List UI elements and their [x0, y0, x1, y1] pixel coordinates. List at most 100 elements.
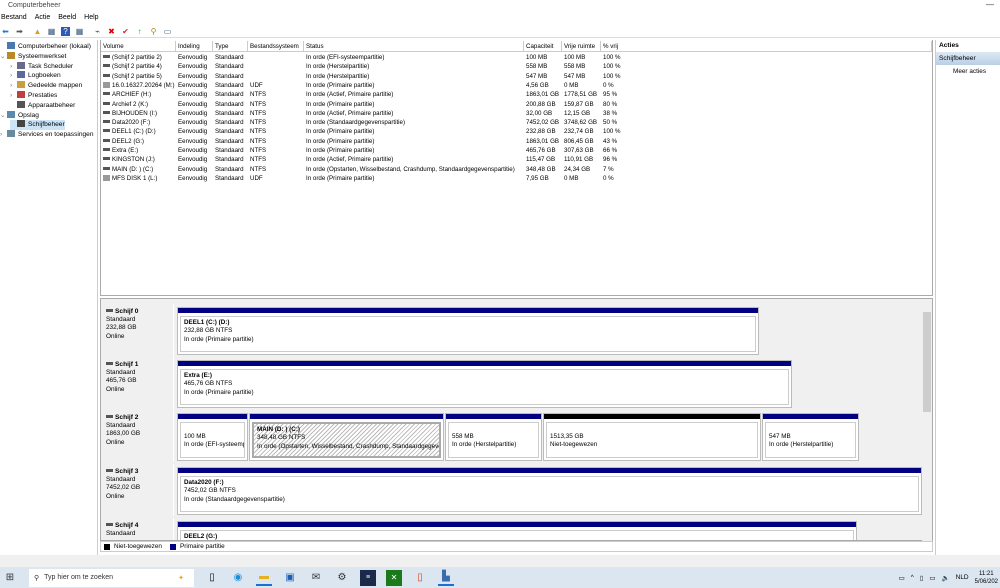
terminal-icon[interactable]: ≡ — [360, 569, 376, 586]
table-row[interactable]: Data2020 (F:) Eenvoudig Standaard NTFS In or… — [101, 118, 932, 127]
collapse-chevron-icon[interactable]: ⌄ — [0, 111, 7, 121]
chevron-up-icon[interactable]: ^ — [911, 574, 914, 581]
disk-label[interactable]: Schijf 3 Standaard 7452,02 GB Online — [102, 464, 174, 516]
battery-icon[interactable]: ▯ — [920, 574, 924, 582]
check-icon[interactable]: ✔ — [121, 27, 130, 36]
column-header-0[interactable]: Volume — [101, 41, 176, 52]
table-row[interactable]: (Schijf 2 partitie 5) Eenvoudig Standaard I… — [101, 72, 932, 81]
edge-icon[interactable]: ◉ — [230, 570, 246, 586]
clock[interactable]: 11:21 5/06/202 — [975, 570, 998, 586]
tree-item-computerbeheer-lokaal-[interactable]: Computerbeheer (lokaal) — [0, 42, 91, 52]
table-row[interactable]: KINGSTON (J:) Eenvoudig Standaard NTFS In or… — [101, 155, 932, 164]
table-row[interactable]: DEEL2 (G:) Eenvoudig Standaard NTFS In orde … — [101, 137, 932, 146]
volume-icon[interactable]: 🔈 — [942, 574, 950, 582]
delete-icon[interactable]: ✖ — [107, 27, 116, 36]
show-hide-tree-icon[interactable]: ▦ — [47, 27, 56, 36]
tree-item-services-en-toepassingen[interactable]: › Services en toepassingen — [0, 130, 94, 140]
column-header-5[interactable]: Capaciteit — [524, 41, 562, 52]
expand-chevron-icon[interactable]: › — [10, 71, 17, 81]
partition[interactable]: DEEL1 (C:) (D:) 232,88 GB NTFS In orde (Pr… — [177, 307, 759, 355]
partition[interactable]: 100 MB In orde (EFI-systeemp — [177, 413, 248, 461]
column-header-3[interactable]: Bestandssysteem — [248, 41, 304, 52]
minimize-button[interactable]: — — [986, 0, 994, 9]
partition[interactable]: 547 MB In orde (Herstelpartitie) — [762, 413, 859, 461]
actions-section-schijfbeheer[interactable]: Schijfbeheer — [936, 52, 1000, 65]
disk-label[interactable]: Schijf 4 Standaard — [102, 518, 174, 540]
export-icon[interactable]: ↑ — [135, 27, 144, 36]
tree-item-gedeelde-mappen[interactable]: › Gedeelde mappen — [10, 81, 82, 91]
scrollbar-thumb[interactable] — [923, 312, 931, 412]
file-explorer-icon[interactable]: ▬ — [256, 570, 272, 586]
column-header-1[interactable]: Indeling — [176, 41, 213, 52]
computer-management-icon[interactable]: ▙ — [438, 570, 454, 586]
table-row[interactable]: Archief 2 (K:) Eenvoudig Standaard NTFS In o… — [101, 100, 932, 109]
column-header-7[interactable]: % vrij — [601, 41, 932, 52]
table-row[interactable]: BIJHOUDEN (I:) Eenvoudig Standaard NTFS In o… — [101, 109, 932, 118]
tree-item-schijfbeheer[interactable]: Schijfbeheer — [10, 120, 65, 131]
start-windows-icon[interactable]: ⊞ — [2, 570, 18, 586]
partition[interactable]: 1513,35 GB Niet-toegewezen — [543, 413, 761, 461]
cell-volume: 16.0.16327.20264 (M:) — [103, 81, 176, 90]
disk-label[interactable]: Schijf 0 Standaard 232,88 GB Online — [102, 304, 174, 356]
search-icon[interactable]: ⚲ — [149, 27, 158, 36]
cell-text: MAIN (D: ) (C:) — [112, 165, 154, 173]
xbox-icon[interactable]: ✕ — [386, 569, 402, 586]
task-view-icon[interactable]: ▯ — [204, 570, 220, 586]
language-indicator[interactable]: NLD — [956, 574, 969, 581]
partition[interactable]: Data2020 (F:) 7452,02 GB NTFS In orde (Sta… — [177, 467, 922, 515]
tree-item-task-scheduler[interactable]: › Task Scheduler — [10, 61, 73, 72]
disk-label[interactable]: Schijf 1 Standaard 465,76 GB Online — [102, 357, 174, 409]
partition[interactable]: DEEL2 (G:) — [177, 521, 857, 540]
cell-text: DEEL1 (C:) (D:) — [112, 128, 156, 136]
up-folder-icon[interactable]: ▲ — [33, 27, 42, 36]
expand-chevron-icon[interactable]: › — [10, 62, 17, 72]
column-header-6[interactable]: Vrije ruimte — [562, 41, 601, 52]
table-row[interactable]: DEEL1 (C:) (D:) Eenvoudig Standaard NTFS In … — [101, 127, 932, 136]
console-view-icon[interactable]: ▦ — [75, 27, 84, 36]
expand-chevron-icon[interactable]: › — [10, 81, 17, 91]
settings-gear-icon[interactable]: ⚙ — [334, 570, 350, 586]
table-row[interactable]: (Schijf 2 partitie 2) Eenvoudig Standaard I… — [101, 53, 932, 62]
properties-icon[interactable]: ▭ — [163, 27, 172, 36]
table-row[interactable]: ARCHIEF (H:) Eenvoudig Standaard NTFS In ord… — [101, 90, 932, 99]
tree-item-systeemwerkset[interactable]: ⌄ Systeemwerkset — [0, 51, 66, 62]
back-arrow-icon[interactable]: ⬅ — [1, 27, 10, 36]
tree-item-apparaatbeheer[interactable]: Apparaatbeheer — [10, 100, 75, 111]
taskbar-search-box[interactable]: ⚲ Typ hier om te zoeken ✦ — [29, 568, 194, 587]
partition-status: In orde (Opstarten, Wisselbestand, Crash… — [257, 442, 441, 450]
partition[interactable]: 558 MB In orde (Herstelpartitie) — [445, 413, 542, 461]
collapse-chevron-icon[interactable]: ⌄ — [0, 52, 7, 62]
keyboard-icon[interactable]: ▭ — [899, 574, 905, 582]
expand-chevron-icon[interactable]: › — [0, 130, 7, 140]
more-actions-link[interactable]: Meer acties — [936, 68, 1000, 75]
menu-help[interactable]: Help — [84, 14, 98, 21]
table-row[interactable]: Extra (E:) Eenvoudig Standaard NTFS In orde … — [101, 146, 932, 155]
expand-chevron-icon[interactable]: › — [10, 91, 17, 101]
mail-icon[interactable]: ✉ — [308, 570, 324, 586]
menu-actie[interactable]: Actie — [35, 14, 51, 21]
connect-icon[interactable]: ⌁ — [93, 27, 102, 36]
office-icon[interactable]: ▯ — [412, 570, 428, 586]
menu-bestand[interactable]: Bestand — [1, 14, 27, 21]
network-icon[interactable]: ▭ — [929, 574, 935, 582]
table-row[interactable]: 16.0.16327.20264 (M:) Eenvoudig Standaard U… — [101, 81, 932, 90]
help-icon[interactable]: ? — [61, 26, 70, 36]
forward-arrow-icon[interactable]: ➡ — [15, 27, 24, 36]
table-row[interactable]: (Schijf 2 partitie 4) Eenvoudig Standaard I… — [101, 62, 932, 71]
partition-size: 547 MB — [769, 433, 791, 440]
table-row[interactable]: MFS DISK 1 (L:) Eenvoudig Standaard UDF In o… — [101, 174, 932, 183]
cell-text: 43 % — [603, 137, 618, 145]
cell-text: Standaard — [215, 54, 244, 61]
tree-item-opslag[interactable]: ⌄ Opslag — [0, 110, 39, 121]
partition[interactable]: Extra (E:) 465,76 GB NTFS In orde (Primair… — [177, 360, 792, 408]
cell-indeling: Eenvoudig — [178, 53, 213, 62]
store-icon[interactable]: ▣ — [282, 570, 298, 586]
tree-item-logboeken[interactable]: › Logboeken — [10, 71, 61, 81]
disk-label[interactable]: Schijf 2 Standaard 1863,00 GB Online — [102, 410, 174, 462]
tree-item-prestaties[interactable]: › Prestaties — [10, 91, 57, 101]
partition[interactable]: MAIN (D: ) (C:) 348,48 GB NTFS In orde (Op… — [249, 413, 444, 461]
menu-beeld[interactable]: Beeld — [58, 14, 76, 21]
column-header-4[interactable]: Status — [304, 41, 524, 52]
column-header-2[interactable]: Type — [213, 41, 248, 52]
table-row[interactable]: MAIN (D: ) (C:) Eenvoudig Standaard NTFS In … — [101, 165, 932, 174]
